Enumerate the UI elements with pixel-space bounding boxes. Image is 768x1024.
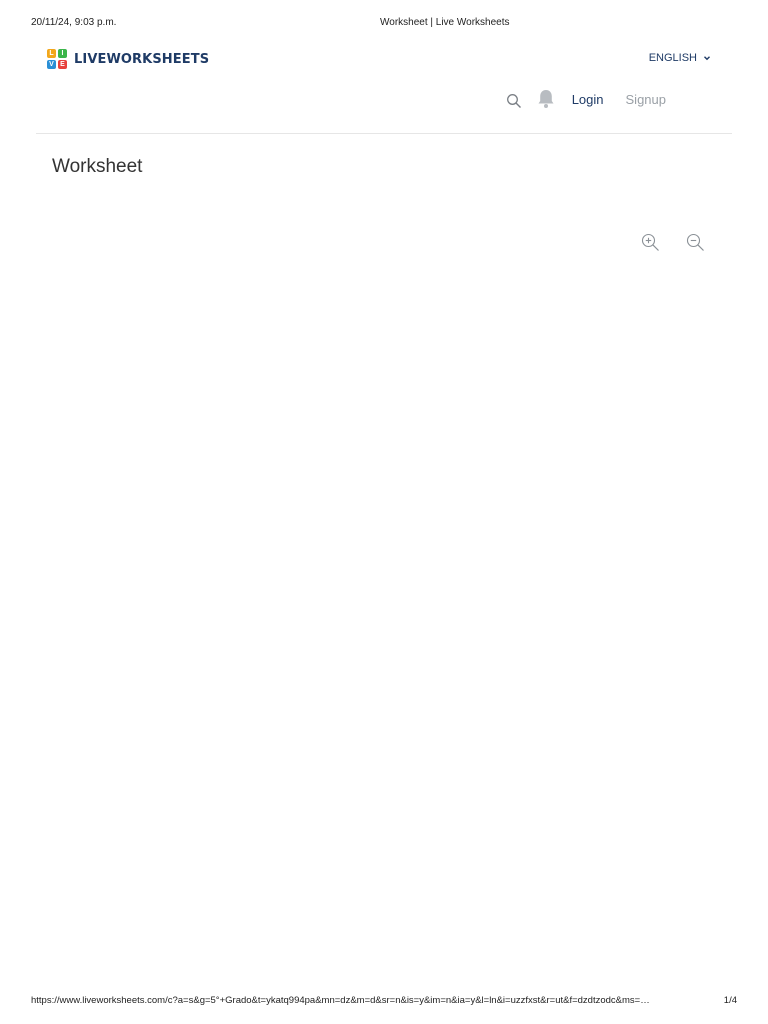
logo-mark-icon: L I V E [47, 49, 67, 69]
print-datetime: 20/11/24, 9:03 p.m. [31, 17, 117, 28]
header-nav: Login Signup [506, 88, 666, 110]
site-logo[interactable]: L I V E LIVEWORKSHEETS [47, 49, 209, 69]
logo-letter: L [47, 49, 56, 58]
print-footer: https://www.liveworksheets.com/c?a=s&g=5… [31, 995, 737, 1009]
logo-letter: I [58, 49, 67, 58]
language-label: ENGLISH [648, 52, 697, 64]
logo-letter: V [47, 60, 56, 69]
logo-letter: E [58, 60, 67, 69]
page-title: Worksheet [52, 156, 143, 177]
site-header: L I V E LIVEWORKSHEETS ENGLISH Login Sig… [36, 44, 732, 134]
logo-text: LIVEWORKSHEETS [74, 51, 210, 67]
search-icon[interactable] [506, 93, 522, 109]
language-selector[interactable]: ENGLISH [649, 52, 712, 64]
print-url: https://www.liveworksheets.com/c?a=s&g=5… [31, 995, 650, 1006]
print-header: 20/11/24, 9:03 p.m. Worksheet | Live Wor… [31, 17, 737, 31]
zoom-controls [641, 233, 705, 252]
printed-page: 20/11/24, 9:03 p.m. Worksheet | Live Wor… [0, 0, 768, 1024]
zoom-in-icon[interactable] [641, 233, 660, 252]
zoom-out-icon[interactable] [686, 233, 705, 252]
print-page-number: 1/4 [723, 995, 737, 1006]
print-document-title: Worksheet | Live Worksheets [380, 17, 510, 28]
chevron-down-icon [704, 56, 710, 61]
login-link[interactable]: Login [572, 92, 604, 107]
bell-icon[interactable] [536, 88, 556, 110]
signup-link[interactable]: Signup [626, 92, 666, 107]
